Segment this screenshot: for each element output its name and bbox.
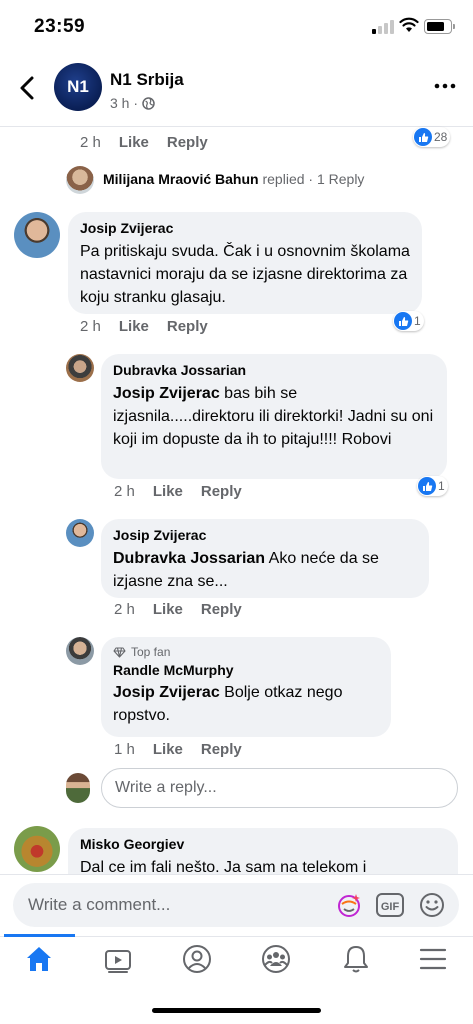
avatar[interactable] [14,826,60,872]
header-divider [0,126,473,127]
menu-icon[interactable] [419,946,447,972]
comment-text: Pa pritiskaju svuda. Čak i u osnovnim šk… [80,243,410,306]
comment-actions: 1 h Like Reply [114,741,242,758]
gif-icon[interactable]: GIF [375,891,405,919]
back-arrow-icon[interactable] [16,74,40,102]
reaction-count: 1 [438,479,445,493]
reply-count: · 1 Reply [308,171,365,187]
like-button[interactable]: Like [119,134,149,151]
like-button[interactable]: Like [153,741,183,758]
active-tab-indicator [4,934,75,937]
reaction-summary[interactable]: 1 [393,311,424,331]
comment-actions: 2 h Like Reply [114,483,242,500]
profile-icon[interactable] [182,944,212,974]
like-reaction-icon [394,312,412,330]
reaction-summary[interactable]: 1 [417,476,448,496]
comment-actions: 2 h Like Reply [114,601,242,618]
comment-text: Josip Zvijerac bas bih se izjasnila.....… [113,382,435,451]
like-button[interactable]: Like [153,483,183,500]
battery-icon [424,19,455,34]
page-logo-text: N1 [67,77,89,96]
mention-link[interactable]: Josip Zvijerac [113,385,220,402]
comment-text: Josip Zvijerac Bolje otkaz nego ropstvo. [113,681,379,727]
avatar[interactable] [66,519,94,547]
comment-time: 2 h [80,134,101,151]
page-avatar[interactable]: N1 [54,63,102,111]
watch-icon[interactable] [103,945,133,975]
replied-text: replied [262,171,305,187]
comment-actions: 2 h Like Reply [80,318,208,335]
mention-link[interactable]: Dubravka Jossarian [113,550,265,567]
like-reaction-icon [414,128,432,146]
comment-author[interactable]: Dubravka Jossarian [113,362,435,378]
comment-time: 2 h [114,601,135,618]
comment-time: 2 h [80,318,101,335]
comment-text: Dubravka Jossarian Ako neće da se izjasn… [113,547,417,593]
replier-name: Milijana Mraović Bahun [103,171,259,187]
comment-bubble: Josip Zvijerac Pa pritiskaju svuda. Čak … [68,212,422,314]
like-button[interactable]: Like [119,318,149,335]
top-fan-badge: Top fan [113,645,379,659]
mention-link[interactable]: Josip Zvijerac [113,684,220,701]
like-reaction-icon [418,477,436,495]
avatar-sticker-icon[interactable] [334,890,364,920]
groups-icon[interactable] [260,944,292,974]
avatar[interactable] [66,354,94,382]
reply-button[interactable]: Reply [167,318,208,335]
reply-button[interactable]: Reply [201,741,242,758]
reaction-summary[interactable]: 28 [413,127,451,147]
cellular-signal-icon [372,20,394,34]
reply-button[interactable]: Reply [201,601,242,618]
svg-text:GIF: GIF [381,901,400,913]
comment-author[interactable]: Josip Zvijerac [80,220,410,236]
comment-bubble: Top fan Randle McMurphy Josip Zvijerac B… [101,637,391,737]
post-age: 3 h · [110,95,139,111]
avatar[interactable] [66,637,94,665]
comment-time: 2 h [114,483,135,500]
reaction-count: 28 [434,130,448,144]
top-comment-actions: 2 h Like Reply [80,134,208,151]
comment-author[interactable]: Josip Zvijerac [113,527,417,543]
avatar[interactable] [14,212,60,258]
comment-author[interactable]: Randle McMurphy [113,662,379,678]
wifi-icon [399,17,419,32]
comment-bubble: Josip Zvijerac Dubravka Jossarian Ako ne… [101,519,429,598]
like-button[interactable]: Like [153,601,183,618]
reply-input[interactable]: Write a reply... [101,768,458,808]
reaction-count: 1 [414,314,421,328]
home-indicator [152,1008,321,1013]
page-name[interactable]: N1 Srbija [110,70,184,90]
reply-button[interactable]: Reply [167,134,208,151]
current-user-avatar [66,773,90,803]
comment-author[interactable]: Misko Georgiev [80,836,446,852]
status-time: 23:59 [34,16,86,37]
diamond-icon [113,646,126,658]
avatar[interactable] [66,166,94,194]
reply-button[interactable]: Reply [201,483,242,500]
globe-icon [142,96,155,110]
comment-time: 1 h [114,741,135,758]
home-icon[interactable] [24,944,54,974]
post-meta: 3 h · [110,95,155,111]
emoji-icon[interactable] [417,890,447,920]
notifications-icon[interactable] [341,943,371,975]
replies-summary[interactable]: Milijana Mraović Bahun replied · 1 Reply [103,171,364,187]
more-horizontal-icon[interactable] [434,78,456,94]
top-fan-label: Top fan [131,645,171,659]
comment-bubble: Dubravka Jossarian Josip Zvijerac bas bi… [101,354,447,479]
